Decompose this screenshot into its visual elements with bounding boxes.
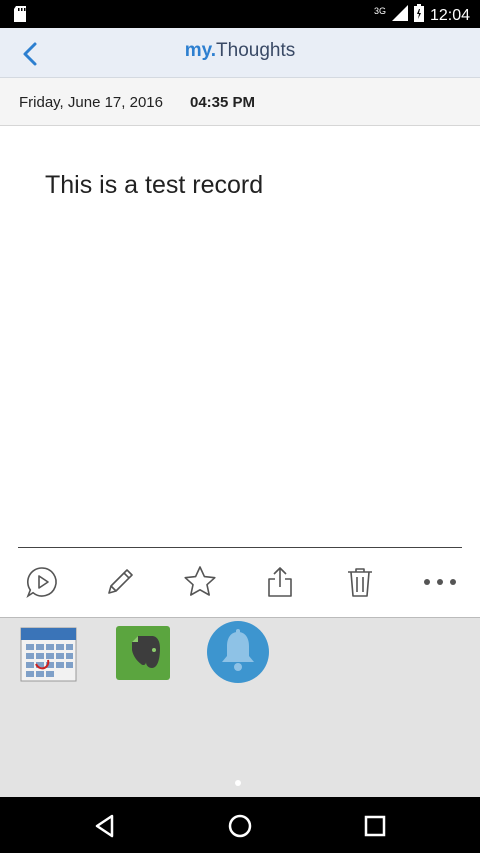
record-toolbar: [0, 548, 480, 618]
clock: 12:04: [429, 6, 470, 24]
battery-icon: [413, 4, 424, 27]
home-circle-icon[interactable]: [225, 811, 255, 841]
system-nav-bar: [0, 797, 480, 853]
star-icon[interactable]: [180, 562, 220, 602]
status-bar: 3G 12:04: [0, 0, 480, 28]
more-icon[interactable]: [420, 562, 460, 602]
page-indicator: [235, 780, 241, 786]
logo-prefix: my.: [184, 40, 217, 61]
play-icon[interactable]: [22, 562, 62, 602]
record-text: This is a test record: [45, 171, 264, 199]
back-triangle-icon[interactable]: [90, 811, 120, 841]
record-date-bar: Friday, June 17, 2016 04:35 PM: [0, 78, 480, 126]
network-type: 3G: [373, 5, 386, 16]
signal-icon: [391, 5, 408, 26]
app-bar: my.Thoughts: [0, 28, 480, 78]
app-tray: [0, 618, 480, 797]
reminder-bell-app-icon[interactable]: [206, 620, 270, 689]
app-logo: my.Thoughts: [0, 40, 480, 62]
logo-name: Thoughts: [216, 40, 296, 61]
pencil-icon[interactable]: [100, 562, 140, 602]
recents-square-icon[interactable]: [360, 811, 390, 841]
record-content[interactable]: This is a test record: [0, 126, 480, 546]
evernote-app-icon[interactable]: [116, 626, 170, 685]
share-icon[interactable]: [260, 562, 300, 602]
trash-icon[interactable]: [340, 562, 380, 602]
record-time: 04:35 PM: [190, 94, 256, 111]
calendar-app-icon[interactable]: [20, 626, 78, 687]
sd-card-icon: [12, 5, 28, 28]
record-date: Friday, June 17, 2016: [19, 94, 163, 111]
